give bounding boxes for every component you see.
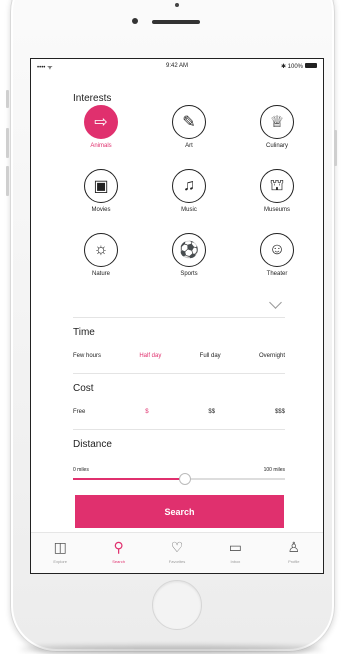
tab-label: Search	[112, 559, 125, 564]
cost-options: Free $ $$ $$$	[73, 409, 285, 415]
interest-label: Art	[185, 143, 193, 149]
heart-icon: ♡	[170, 539, 184, 555]
status-time: 9:42 AM	[165, 63, 188, 69]
distance-labels: 0 miles 100 miles	[73, 467, 285, 473]
interest-movies[interactable]: ▣ Movies	[65, 169, 137, 213]
status-bar: •••• ᯤ 9:42 AM ✱ 100%	[31, 59, 323, 73]
interest-label: Animals	[90, 143, 112, 149]
distance-max-label: 100 miles	[263, 467, 285, 473]
chef-hat-icon: ♕	[260, 105, 294, 139]
cost-title: Cost	[73, 383, 94, 394]
chat-icon: ▭	[228, 539, 243, 555]
interest-label: Music	[181, 207, 197, 213]
interest-art[interactable]: ✎ Art	[153, 105, 225, 149]
museum-icon: ⛫	[260, 169, 294, 203]
interest-label: Museums	[263, 207, 290, 213]
interest-theater[interactable]: ☺ Theater	[241, 233, 313, 277]
interest-music[interactable]: ♫ Music	[153, 169, 225, 213]
profile-icon: ♙	[287, 539, 301, 555]
tab-label: Inbox	[230, 559, 241, 564]
time-option[interactable]: Full day	[200, 353, 221, 359]
time-option[interactable]: Half day	[139, 353, 161, 359]
interest-nature[interactable]: ☼ Nature	[65, 233, 137, 277]
front-camera	[132, 18, 138, 24]
power-button	[334, 130, 337, 166]
distance-title: Distance	[73, 439, 112, 450]
cost-option[interactable]: $	[145, 409, 148, 415]
ball-icon: ⚽	[172, 233, 206, 267]
interest-animals[interactable]: ⇨ Animals	[65, 105, 137, 149]
cost-option[interactable]: $$$	[275, 409, 285, 415]
tab-inbox[interactable]: ▭ Inbox	[206, 533, 264, 573]
tab-label: Profile	[288, 559, 300, 564]
distance-min-label: 0 miles	[73, 467, 89, 473]
interest-culinary[interactable]: ♕ Culinary	[241, 105, 313, 149]
interest-label: Culinary	[265, 143, 288, 149]
palette-icon: ✎	[172, 105, 206, 139]
time-options: Few hours Half day Full day Overnight	[73, 353, 285, 359]
tab-bar: ◫ Explore ⚲ Search ♡ Favorites ▭ Inbox ♙ Profile	[31, 532, 323, 573]
distance-slider[interactable]	[73, 473, 285, 485]
search-button[interactable]: Search	[75, 495, 284, 528]
search-icon: ⚲	[113, 539, 124, 555]
time-title: Time	[73, 327, 95, 338]
battery-icon	[305, 63, 317, 68]
divider	[73, 317, 285, 318]
music-note-icon: ♫	[172, 169, 206, 203]
tab-explore[interactable]: ◫ Explore	[31, 533, 89, 573]
tab-label: Explore	[53, 559, 67, 564]
cost-option[interactable]: Free	[73, 409, 85, 415]
cost-option[interactable]: $$	[208, 409, 215, 415]
divider	[73, 373, 285, 374]
divider	[73, 429, 285, 430]
map-icon: ◫	[53, 539, 67, 555]
volume-up-button	[6, 128, 9, 158]
tab-profile[interactable]: ♙ Profile	[265, 533, 323, 573]
time-option[interactable]: Few hours	[73, 353, 101, 359]
app-screen: •••• ᯤ 9:42 AM ✱ 100% Interests ⇨ Animals…	[30, 58, 324, 574]
sun-icon: ☼	[84, 233, 118, 267]
interest-label: Movies	[91, 207, 111, 213]
earpiece-speaker	[152, 20, 200, 24]
animal-paw-icon: ⇨	[84, 105, 118, 139]
interest-label: Theater	[266, 271, 288, 277]
home-button[interactable]	[152, 580, 202, 630]
battery-label: ✱ 100%	[280, 64, 303, 70]
interest-label: Sports	[180, 271, 198, 277]
interest-museums[interactable]: ⛫ Museums	[241, 169, 313, 213]
theater-mask-icon: ☺	[260, 233, 294, 267]
chevron-down-icon[interactable]	[269, 296, 282, 309]
distance-slider-fill	[73, 478, 186, 480]
phone-shadow	[20, 646, 323, 652]
tab-favorites[interactable]: ♡ Favorites	[148, 533, 206, 573]
interest-label: Nature	[91, 271, 110, 277]
film-icon: ▣	[84, 169, 118, 203]
sensor	[175, 3, 179, 7]
interests-title: Interests	[73, 93, 112, 104]
volume-down-button	[6, 166, 9, 196]
mute-switch	[6, 90, 9, 108]
interest-sports[interactable]: ⚽ Sports	[153, 233, 225, 277]
tab-search[interactable]: ⚲ Search	[89, 533, 147, 573]
time-option[interactable]: Overnight	[259, 353, 285, 359]
tab-label: Favorites	[168, 559, 186, 564]
distance-slider-thumb[interactable]	[179, 473, 192, 485]
